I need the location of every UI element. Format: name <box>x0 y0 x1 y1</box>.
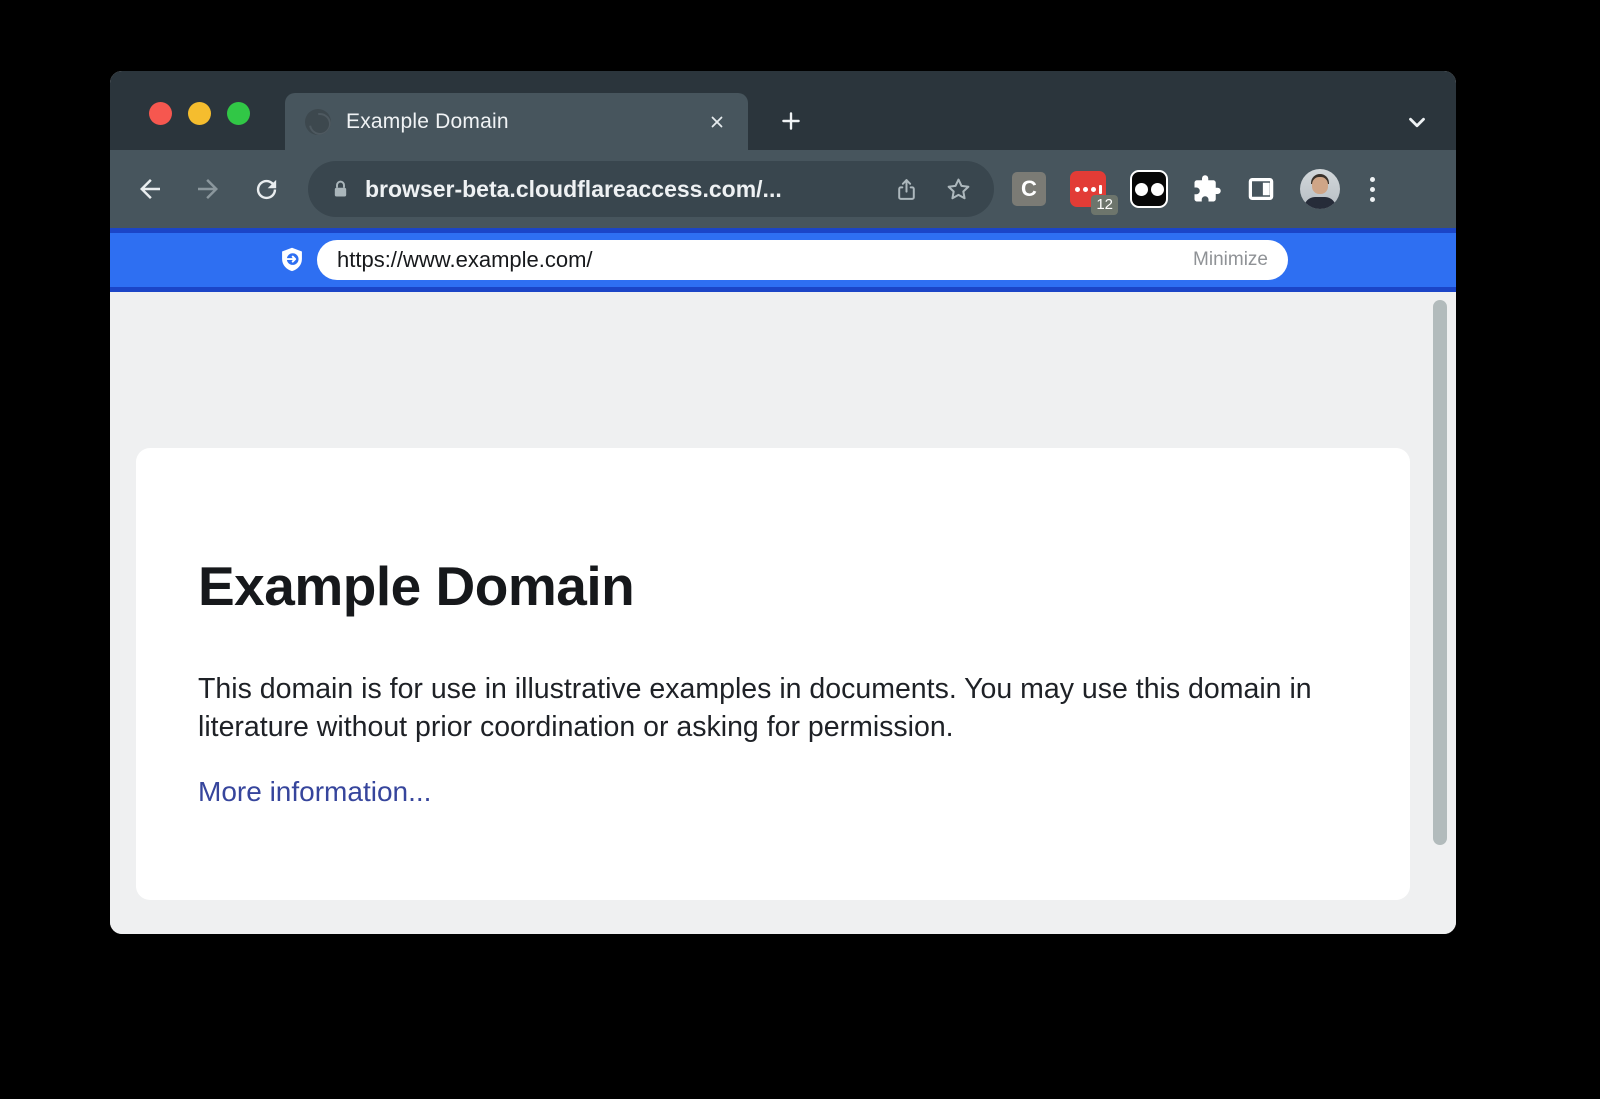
tab-strip: Example Domain <box>110 71 1456 150</box>
side-panel-icon[interactable] <box>1246 174 1276 204</box>
page-body-text: This domain is for use in illustrative e… <box>198 670 1348 746</box>
page-title: Example Domain <box>198 554 1348 618</box>
traffic-lights <box>149 102 250 125</box>
back-button[interactable] <box>134 173 166 205</box>
address-bar-url[interactable]: browser-beta.cloudflareaccess.com/... <box>365 176 868 203</box>
shield-access-icon <box>278 246 306 274</box>
profile-avatar[interactable] <box>1300 169 1340 209</box>
tab-title: Example Domain <box>346 110 706 134</box>
extensions-puzzle-icon[interactable] <box>1192 174 1222 204</box>
bookmark-star-icon[interactable] <box>945 176 972 203</box>
content-card: Example Domain This domain is for use in… <box>136 448 1410 900</box>
new-tab-button[interactable] <box>776 106 806 136</box>
lock-icon[interactable] <box>330 179 351 200</box>
remote-url-value[interactable]: https://www.example.com/ <box>337 247 1181 273</box>
minimize-bar-button[interactable]: Minimize <box>1193 249 1268 271</box>
forward-button[interactable] <box>192 173 224 205</box>
scrollbar-thumb[interactable] <box>1433 300 1447 845</box>
remote-browser-bar: https://www.example.com/ Minimize <box>110 228 1456 292</box>
chevron-down-icon[interactable] <box>1402 107 1432 137</box>
share-icon[interactable] <box>894 177 919 202</box>
browser-menu-icon[interactable] <box>1364 177 1381 202</box>
extension-badge: 12 <box>1091 195 1118 215</box>
zoom-window-button[interactable] <box>227 102 250 125</box>
browser-tab[interactable]: Example Domain <box>285 93 748 150</box>
extensions-row: C 12 <box>1012 169 1399 209</box>
extension-red-dots-icon[interactable]: 12 <box>1070 171 1106 207</box>
extension-c-icon[interactable]: C <box>1012 172 1046 206</box>
more-information-link[interactable]: More information... <box>198 776 431 808</box>
minimize-window-button[interactable] <box>188 102 211 125</box>
extension-black-circles-icon[interactable] <box>1130 170 1168 208</box>
close-window-button[interactable] <box>149 102 172 125</box>
browser-toolbar: browser-beta.cloudflareaccess.com/... C … <box>110 150 1456 228</box>
address-bar[interactable]: browser-beta.cloudflareaccess.com/... <box>308 161 994 217</box>
browser-window: Example Domain browser-beta.cloudflareac <box>110 71 1456 934</box>
globe-favicon-icon <box>305 109 331 135</box>
remote-url-input[interactable]: https://www.example.com/ Minimize <box>317 240 1288 280</box>
reload-button[interactable] <box>250 173 282 205</box>
tab-close-icon[interactable] <box>706 111 728 133</box>
page-viewport: Example Domain This domain is for use in… <box>110 292 1456 934</box>
